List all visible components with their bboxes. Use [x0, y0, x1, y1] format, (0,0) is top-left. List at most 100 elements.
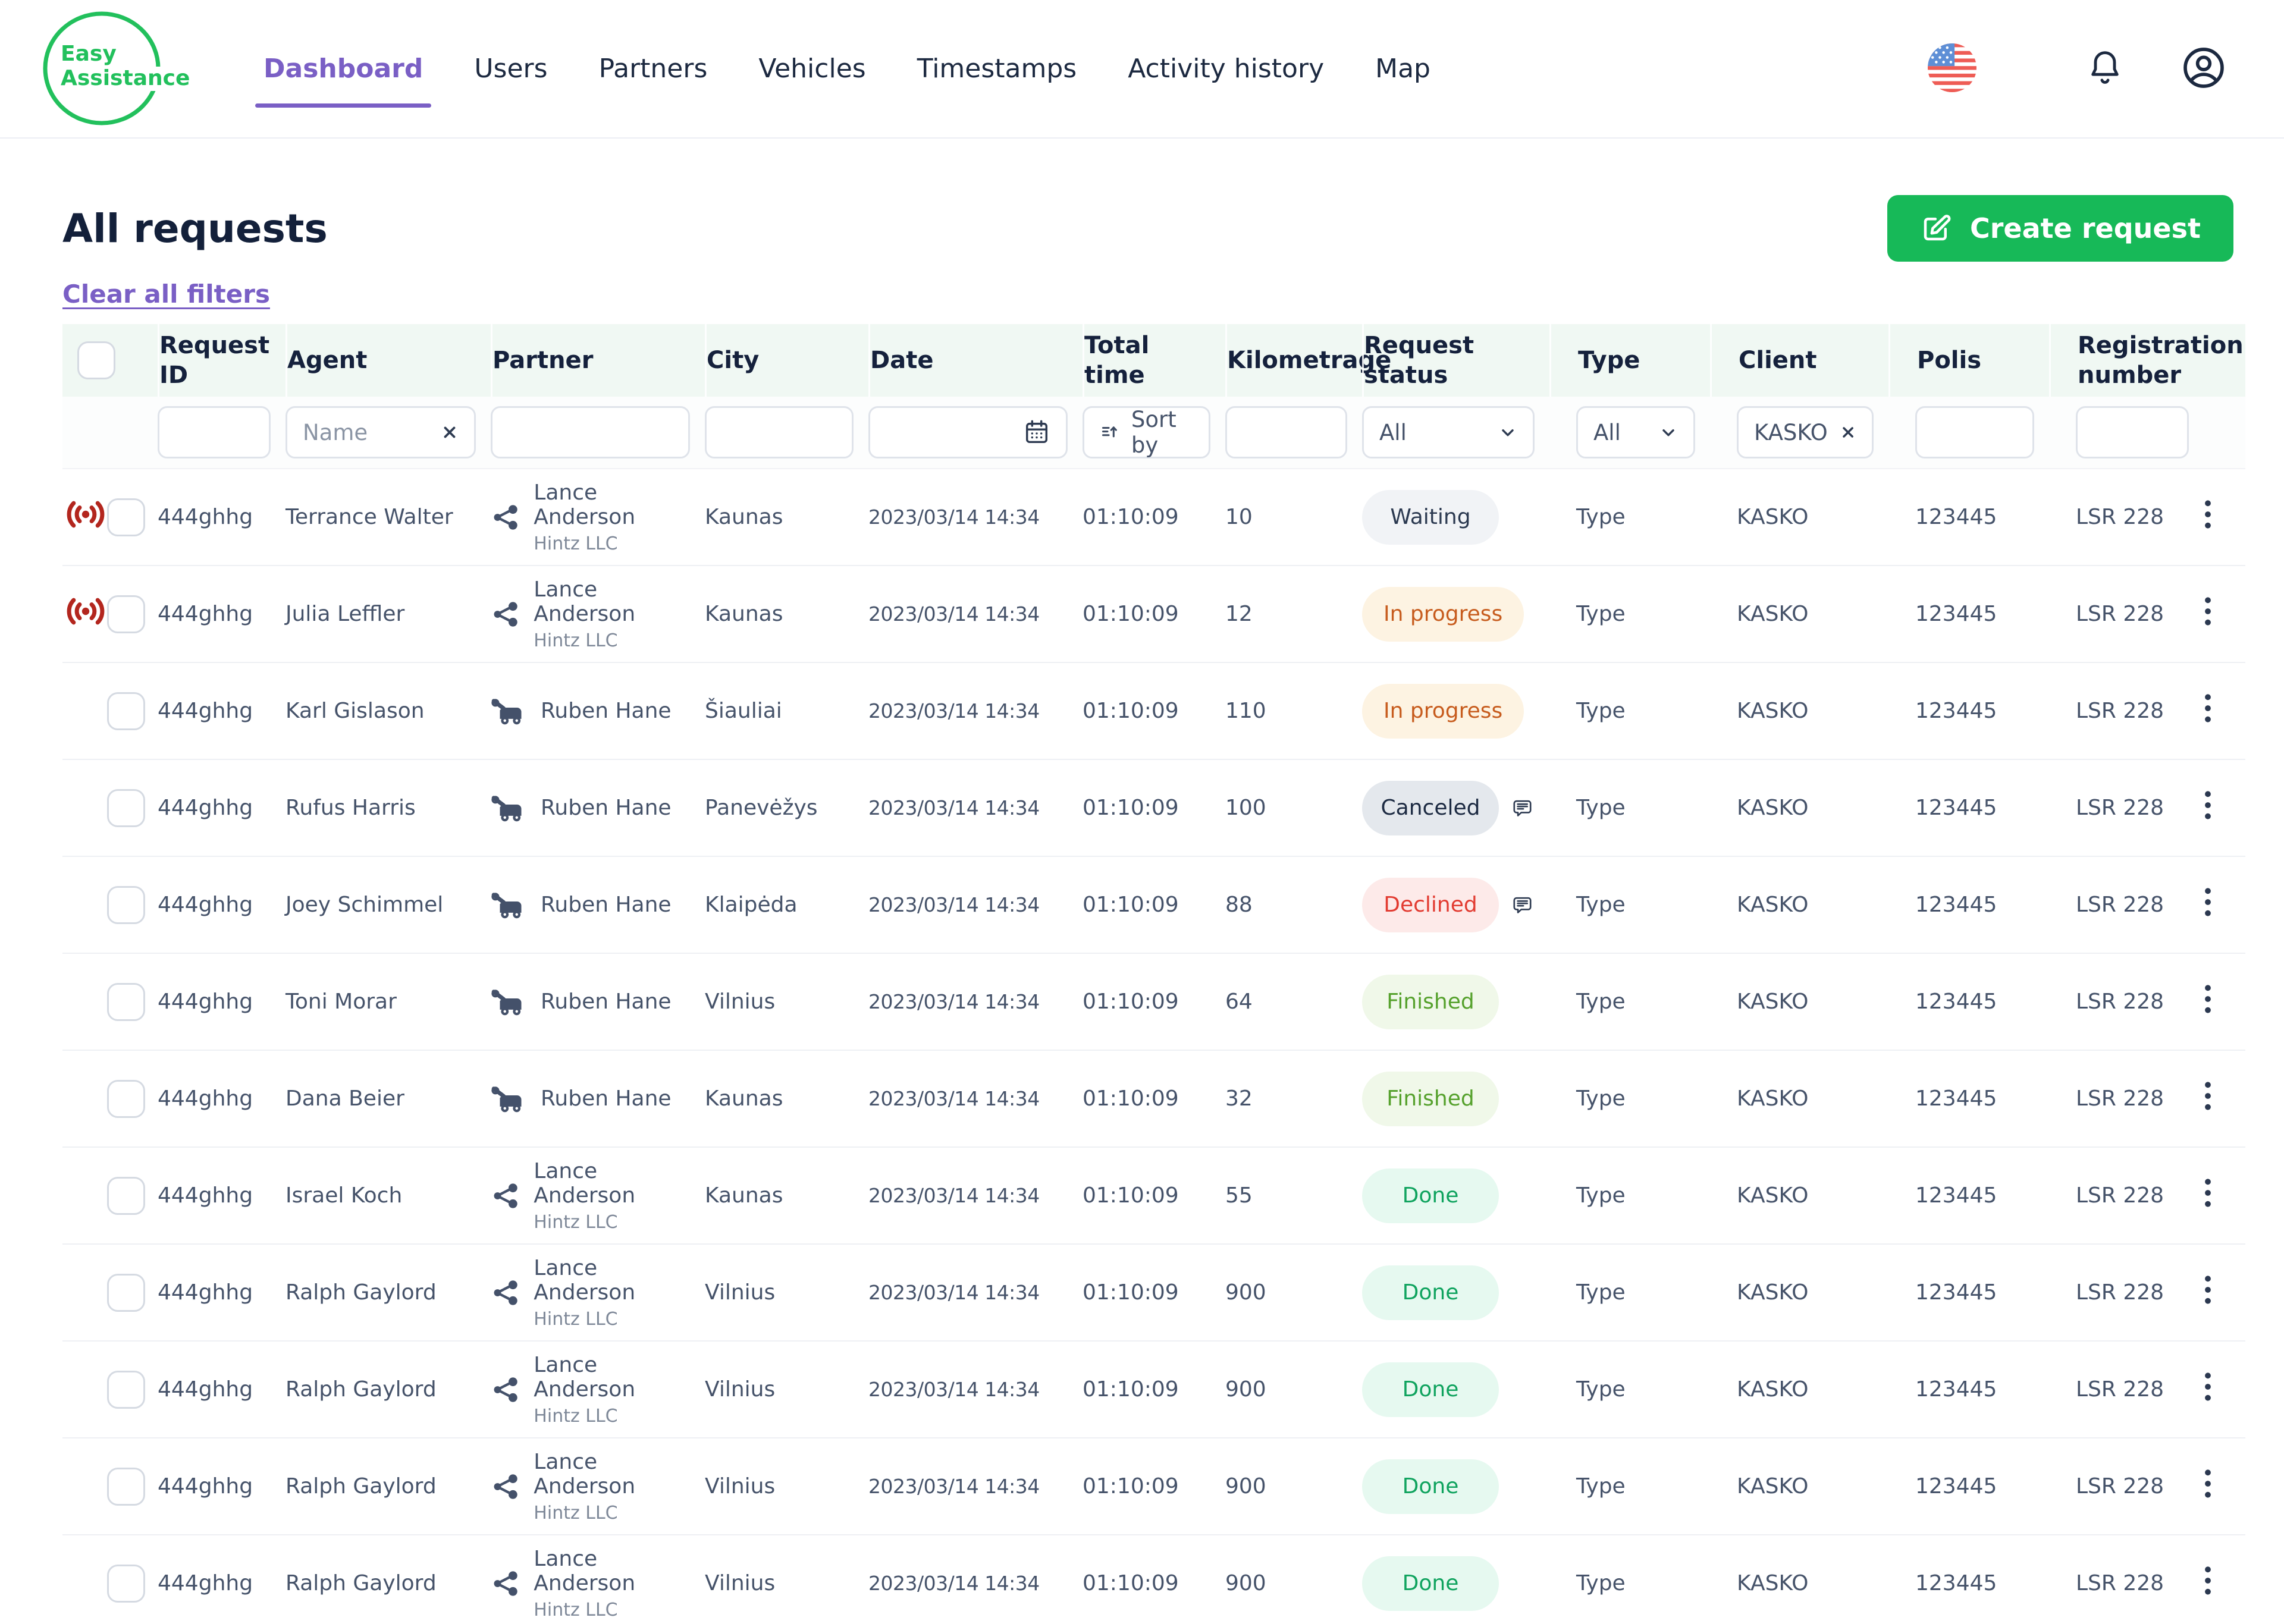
table-row: 444ghhg Israel Koch Lance Anderson Hintz…: [62, 1148, 2245, 1245]
row-menu-kebab-icon[interactable]: [2204, 1565, 2212, 1596]
city-cell: Vilnius: [705, 1474, 868, 1499]
create-request-button[interactable]: Create request: [1887, 195, 2233, 262]
partner-company: Hintz LLC: [534, 1600, 688, 1620]
row-checkbox[interactable]: [107, 789, 145, 827]
registration-cell: LSR 228: [2049, 1474, 2204, 1499]
agent-filter[interactable]: Name: [286, 406, 476, 458]
select-all-checkbox[interactable]: [77, 341, 115, 379]
nav-item[interactable]: Partners: [599, 54, 708, 84]
agent-cell: Ralph Gaylord: [286, 1377, 491, 1402]
partner-cell: Lance Anderson Hintz LLC: [491, 1450, 705, 1524]
partner-company: Hintz LLC: [534, 533, 688, 554]
city-cell: Vilnius: [705, 1377, 868, 1402]
comment-icon[interactable]: [1512, 789, 1533, 827]
registration-cell: LSR 228: [2049, 602, 2204, 626]
row-checkbox[interactable]: [107, 498, 145, 536]
city-filter[interactable]: [705, 406, 854, 458]
language-us-flag-icon[interactable]: [1928, 43, 1976, 95]
row-menu-kebab-icon[interactable]: [2204, 596, 2212, 627]
nav-item[interactable]: Vehicles: [758, 54, 865, 84]
row-checkbox[interactable]: [107, 1177, 145, 1215]
kilometrage-cell: 110: [1225, 699, 1362, 723]
partner-filter[interactable]: [491, 406, 690, 458]
total-time-sort[interactable]: Sort by: [1083, 406, 1210, 458]
type-cell: Type: [1549, 602, 1710, 626]
agent-cell: Terrance Walter: [286, 505, 491, 529]
status-badge: Finished: [1362, 975, 1499, 1029]
partner-cell: Lance Anderson Hintz LLC: [491, 1159, 705, 1233]
row-menu-kebab-icon[interactable]: [2204, 790, 2212, 821]
type-cell: Type: [1549, 1183, 1710, 1208]
client-cell: KASKO: [1710, 1086, 1888, 1111]
live-signal-icon: [65, 598, 106, 625]
nav-item[interactable]: Activity history: [1128, 54, 1324, 84]
row-checkbox[interactable]: [107, 1565, 145, 1603]
registration-number-filter[interactable]: [2076, 406, 2189, 458]
request-id-cell: 444ghhg: [158, 990, 286, 1014]
clear-x-icon[interactable]: [1840, 423, 1856, 441]
row-checkbox[interactable]: [107, 595, 145, 633]
type-select[interactable]: All: [1576, 406, 1695, 458]
logo: Easy Assistance: [34, 0, 174, 138]
client-filter-value: KASKO: [1754, 420, 1828, 445]
nav-item[interactable]: Users: [474, 54, 547, 84]
polis-cell: 123445: [1888, 505, 2049, 529]
row-checkbox[interactable]: [107, 1468, 145, 1506]
client-cell: KASKO: [1710, 1377, 1888, 1402]
column-header: Date: [868, 324, 1083, 397]
table-row: 444ghhg Ralph Gaylord Lance Anderson Hin…: [62, 1535, 2245, 1624]
row-menu-kebab-icon[interactable]: [2204, 1371, 2212, 1402]
nav-item[interactable]: Timestamps: [917, 54, 1077, 84]
user-circle-icon[interactable]: [2180, 44, 2227, 94]
nav-item[interactable]: Map: [1375, 54, 1430, 84]
row-menu-kebab-icon[interactable]: [2204, 984, 2212, 1014]
nav-item[interactable]: Dashboard: [263, 54, 423, 84]
status-badge: In progress: [1362, 587, 1524, 642]
partner-cell: Ruben Hane: [491, 1083, 705, 1115]
city-cell: Šiauliai: [705, 699, 868, 723]
polis-cell: 123445: [1888, 1280, 2049, 1305]
row-menu-kebab-icon[interactable]: [2204, 1080, 2212, 1111]
clear-all-filters-link[interactable]: Clear all filters: [62, 279, 270, 309]
status-badge: Done: [1362, 1362, 1499, 1417]
share-nodes-icon: [491, 1567, 520, 1600]
clear-x-icon[interactable]: [441, 423, 459, 441]
row-menu-kebab-icon[interactable]: [2204, 887, 2212, 918]
row-menu-kebab-icon[interactable]: [2204, 693, 2212, 724]
kilometrage-cell: 64: [1225, 990, 1362, 1014]
row-checkbox[interactable]: [107, 983, 145, 1021]
request-status-select[interactable]: All: [1362, 406, 1535, 458]
bell-icon[interactable]: [2087, 48, 2123, 90]
request-id-cell: 444ghhg: [158, 699, 286, 723]
partner-cell: Ruben Hane: [491, 792, 705, 824]
partner-company: Hintz LLC: [534, 1309, 688, 1330]
type-cell: Type: [1549, 699, 1710, 723]
row-checkbox[interactable]: [107, 1371, 145, 1409]
client-cell: KASKO: [1710, 699, 1888, 723]
row-menu-kebab-icon[interactable]: [2204, 1274, 2212, 1305]
row-checkbox[interactable]: [107, 1274, 145, 1312]
row-menu-kebab-icon[interactable]: [2204, 499, 2212, 530]
row-checkbox[interactable]: [107, 692, 145, 730]
row-menu-kebab-icon[interactable]: [2204, 1177, 2212, 1208]
row-menu-kebab-icon[interactable]: [2204, 1468, 2212, 1499]
request-status-value: All: [1379, 420, 1407, 445]
kilometrage-filter[interactable]: [1225, 406, 1347, 458]
comment-icon[interactable]: [1512, 886, 1533, 924]
city-cell: Kaunas: [705, 1086, 868, 1111]
partner-name: Lance Anderson: [534, 1353, 688, 1402]
row-checkbox[interactable]: [107, 886, 145, 924]
status-badge: Done: [1362, 1459, 1499, 1514]
calendar-icon: [1023, 418, 1050, 447]
registration-cell: LSR 228: [2049, 1086, 2204, 1111]
row-checkbox[interactable]: [107, 1080, 145, 1118]
partner-name: Ruben Hane: [541, 990, 672, 1014]
request-id-filter[interactable]: [158, 406, 271, 458]
date-filter[interactable]: [868, 406, 1068, 458]
agent-cell: Ralph Gaylord: [286, 1280, 491, 1305]
partner-cell: Lance Anderson Hintz LLC: [491, 1547, 705, 1620]
polis-filter[interactable]: [1915, 406, 2034, 458]
request-id-cell: 444ghhg: [158, 1280, 286, 1305]
kilometrage-cell: 32: [1225, 1086, 1362, 1111]
client-filter[interactable]: KASKO: [1737, 406, 1874, 458]
